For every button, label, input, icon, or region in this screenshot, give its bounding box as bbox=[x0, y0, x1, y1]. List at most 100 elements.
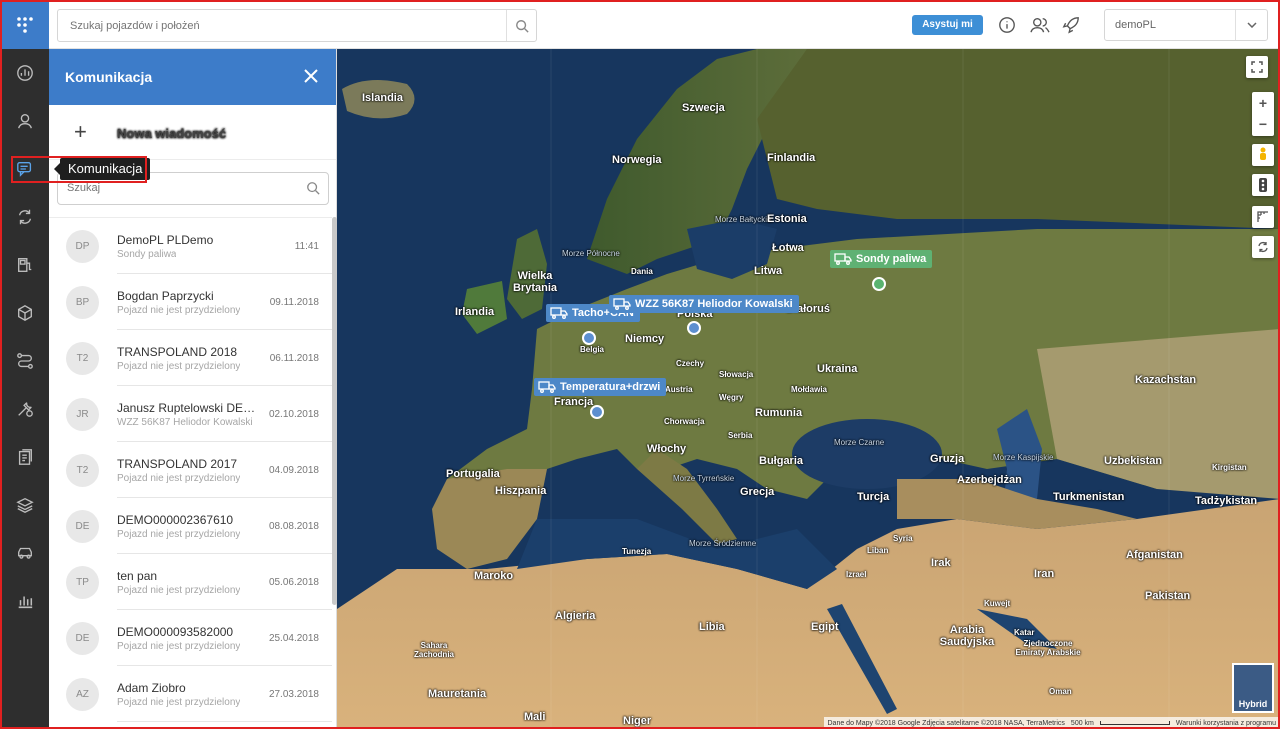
conversation-name: TRANSPOLAND 2018 bbox=[117, 345, 238, 359]
list-item[interactable]: DE DEMO000093582000 Pojazd nie jest przydz… bbox=[49, 610, 332, 666]
label-portugalia: Portugalia bbox=[446, 468, 500, 480]
hybrid-label: Hybrid bbox=[1238, 699, 1268, 709]
chart-icon[interactable] bbox=[0, 577, 49, 625]
vehicle-pin-sondy[interactable] bbox=[872, 277, 886, 291]
list-item[interactable]: BP Bogdan Paprzycki Pojazd nie jest przydz… bbox=[49, 274, 332, 330]
label-chorwacja: Chorwacja bbox=[664, 417, 705, 426]
vehicle-tag-temp[interactable]: Temperatura+drzwi bbox=[534, 378, 667, 396]
rocket-icon[interactable] bbox=[1060, 14, 1082, 36]
terms-link[interactable]: Warunki korzystania z programu bbox=[1176, 720, 1276, 727]
label-sahara: Sahara Zachodnia bbox=[413, 641, 454, 659]
conversation-date: 04.09.2018 bbox=[268, 465, 319, 476]
layers-icon[interactable] bbox=[0, 481, 49, 529]
vehicle-search-input[interactable] bbox=[58, 10, 498, 41]
avatar: T2 bbox=[66, 342, 99, 375]
search-icon[interactable] bbox=[306, 181, 320, 198]
conversation-name: DemoPL PLDemo bbox=[117, 233, 214, 247]
fullscreen-icon[interactable] bbox=[1246, 56, 1268, 78]
label-lotwa: Łotwa bbox=[772, 242, 804, 254]
label-tunezja: Tunezja bbox=[622, 547, 652, 556]
left-rail bbox=[0, 0, 49, 729]
refresh-icon[interactable] bbox=[1252, 236, 1274, 258]
label-bulgaria: Bułgaria bbox=[759, 455, 804, 467]
label-arabia: Arabia Saudyjska bbox=[939, 624, 995, 648]
satellite-map[interactable]: Islandia Szwecja Norwegia Finlandia Morz… bbox=[337, 49, 1280, 729]
vehicle-tag-label: Temperatura+drzwi bbox=[560, 381, 661, 393]
label-izrael: Izrael bbox=[846, 570, 867, 579]
zoom-out-icon[interactable]: − bbox=[1259, 114, 1267, 136]
label-kaspijskie: Morze Kaspijskie bbox=[993, 453, 1054, 462]
label-afganistan: Afganistan bbox=[1126, 549, 1183, 561]
label-mali: Mali bbox=[524, 711, 546, 723]
vehicle-pin-tacho[interactable] bbox=[582, 331, 596, 345]
label-syria: Syria bbox=[893, 534, 913, 543]
conversation-sub: Pojazd nie jest przydzielony bbox=[117, 361, 241, 372]
new-message-button[interactable]: + Nowa wiadomość bbox=[49, 105, 336, 160]
traffic-icon[interactable] bbox=[1252, 174, 1274, 196]
label-dania: Dania bbox=[631, 267, 653, 276]
avatar: TP bbox=[66, 566, 99, 599]
vehicle-tag-sondy[interactable]: Sondy paliwa bbox=[830, 250, 933, 268]
pegman-icon[interactable] bbox=[1252, 144, 1274, 166]
label-slowacja: Słowacja bbox=[719, 370, 754, 379]
package-icon[interactable] bbox=[0, 289, 49, 337]
close-icon[interactable] bbox=[300, 65, 322, 87]
label-islandia: Islandia bbox=[362, 92, 403, 104]
list-item[interactable]: TP ten pan Pojazd nie jest przydzielony 05.… bbox=[49, 554, 332, 610]
info-icon[interactable] bbox=[996, 14, 1018, 36]
app-logo[interactable] bbox=[0, 0, 49, 49]
label-wegry: Węgry bbox=[719, 393, 744, 402]
conversation-date: 06.11.2018 bbox=[269, 353, 319, 364]
conversation-name: DEMO000093582000 bbox=[117, 625, 234, 639]
assist-button[interactable]: Asystuj mi bbox=[912, 15, 983, 35]
avatar: AZ bbox=[66, 678, 99, 711]
vehicle-tag-label: Sondy paliwa bbox=[856, 253, 927, 265]
label-pakistan: Pakistan bbox=[1145, 590, 1191, 602]
documents-icon[interactable] bbox=[0, 433, 49, 481]
label-tadzykistan: Tadżykistan bbox=[1195, 495, 1258, 507]
vehicle-tag-wzz[interactable]: WZZ 56K87 Heliodor Kowalski bbox=[609, 295, 799, 313]
conversation-date: 08.08.2018 bbox=[268, 521, 319, 532]
users-icon[interactable] bbox=[1029, 14, 1051, 36]
dashboard-icon[interactable] bbox=[0, 49, 49, 97]
new-message-label: Nowa wiadomość bbox=[117, 126, 227, 141]
label-liban: Liban bbox=[867, 546, 889, 555]
account-select[interactable]: demoPL bbox=[1104, 9, 1268, 41]
ruler-icon[interactable] bbox=[1252, 206, 1274, 228]
route-icon[interactable] bbox=[0, 337, 49, 385]
chevron-down-icon[interactable] bbox=[1235, 10, 1267, 40]
fuel-icon[interactable] bbox=[0, 241, 49, 289]
top-bar: Asystuj mi demoPL bbox=[49, 0, 1280, 49]
panel-header: Komunikacja bbox=[49, 49, 336, 105]
zoom-in-icon[interactable]: + bbox=[1259, 92, 1267, 114]
label-egipt: Egipt bbox=[811, 621, 839, 633]
label-uzbekistan: Uzbekistan bbox=[1104, 455, 1163, 467]
label-litwa: Litwa bbox=[754, 265, 783, 277]
list-item[interactable]: T2 TRANSPOLAND 2018 Pojazd nie jest przydz… bbox=[49, 330, 332, 386]
car-icon[interactable] bbox=[0, 529, 49, 577]
conversation-date: 27.03.2018 bbox=[268, 689, 319, 700]
hybrid-layer-button[interactable]: Hybrid bbox=[1232, 663, 1274, 713]
label-czechy: Czechy bbox=[676, 359, 705, 368]
list-item[interactable]: T2 TRANSPOLAND 2017 Pojazd nie jest przydz… bbox=[49, 442, 332, 498]
conversation-sub: Pojazd nie jest przydzielony bbox=[117, 585, 241, 596]
truck-icon bbox=[613, 298, 631, 310]
list-item[interactable]: AZ Adam Ziobro Pojazd nie jest przydzielon… bbox=[49, 666, 332, 722]
search-icon[interactable] bbox=[506, 10, 536, 41]
list-item[interactable]: DP DemoPL PLDemo Sondy paliwa 11:41 bbox=[49, 218, 332, 274]
communication-panel: Komunikacja + Nowa wiadomość DP DemoPL PL… bbox=[49, 49, 337, 729]
vehicle-pin-wzz[interactable] bbox=[687, 321, 701, 335]
conversation-sub: Sondy paliwa bbox=[117, 249, 177, 260]
list-item[interactable]: JR Janusz Ruptelowski DEM... WZZ 56K87 Hel… bbox=[49, 386, 332, 442]
tools-icon[interactable] bbox=[0, 385, 49, 433]
label-baltyckie: Morze Bałtyckie bbox=[715, 215, 772, 224]
label-azerbejdzan: Azerbejdżan bbox=[957, 474, 1022, 486]
conversation-name: DEMO000002367610 bbox=[117, 513, 234, 527]
conversation-list: DP DemoPL PLDemo Sondy paliwa 11:41 BP Bogda… bbox=[49, 217, 332, 729]
user-icon[interactable] bbox=[0, 97, 49, 145]
list-item[interactable]: DE DEMO000002367610 Pojazd nie jest przydz… bbox=[49, 498, 332, 554]
label-francja: Francja bbox=[554, 396, 594, 408]
label-irak: Irak bbox=[931, 557, 951, 569]
sync-icon[interactable] bbox=[0, 193, 49, 241]
vehicle-pin-temp[interactable] bbox=[590, 405, 604, 419]
